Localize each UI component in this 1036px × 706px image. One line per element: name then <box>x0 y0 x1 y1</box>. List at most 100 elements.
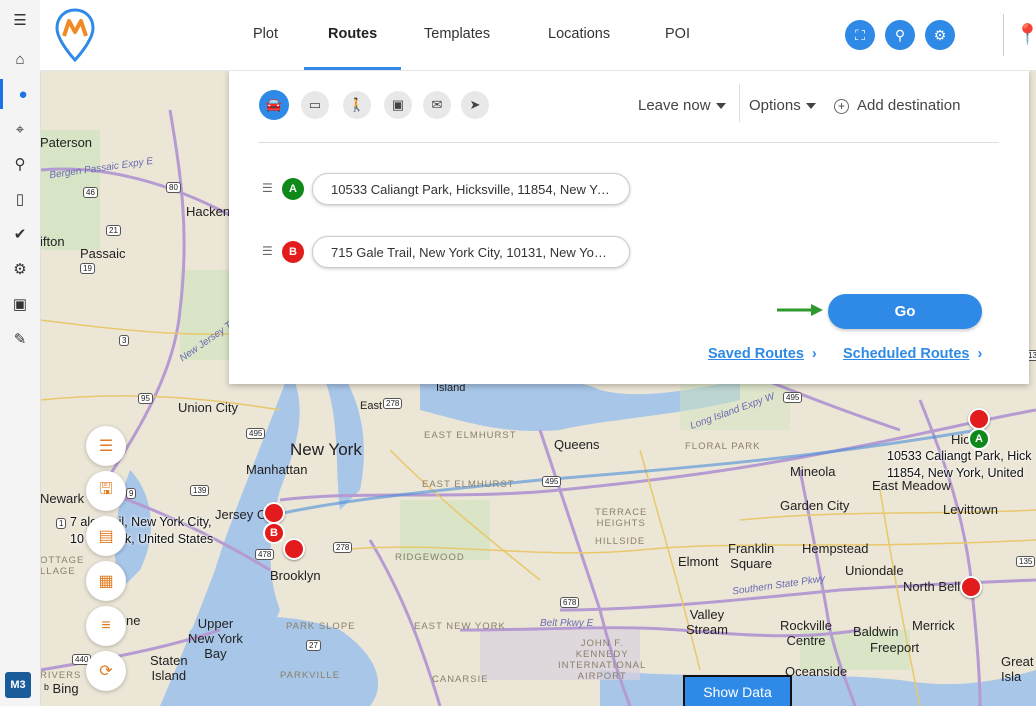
map-label-cottage: OTTAGE LLAGE <box>40 555 85 577</box>
drag-handle-icon[interactable]: ☰ <box>262 181 273 195</box>
save-icon: ▣ <box>391 97 405 112</box>
map-pin[interactable] <box>263 502 285 524</box>
map-label-hempstead: Hempstead <box>802 541 869 556</box>
tab-templates[interactable]: Templates <box>424 26 490 42</box>
map-upload-button[interactable]: ⛶ <box>845 20 875 50</box>
route-shield: 46 <box>83 187 98 198</box>
grid-button[interactable]: ▦ <box>86 561 126 601</box>
saved-routes-link[interactable]: Saved Routes › <box>708 346 817 362</box>
territory-button[interactable]: ⚲ <box>885 20 915 50</box>
tab-locations[interactable]: Locations <box>548 26 610 42</box>
active-tab-indicator <box>304 67 401 70</box>
chevron-right-icon: › <box>977 346 983 362</box>
numbered-list-icon: ≡ <box>101 617 111 634</box>
map-label-floral-park: FLORAL PARK <box>685 441 761 452</box>
map-label-rivers: RIVERS <box>40 670 82 681</box>
chevron-down-icon <box>715 103 726 110</box>
settings-button[interactable]: ⚙ <box>925 20 955 50</box>
top-header: Plot Routes Templates Locations POI ⛶ ⚲ … <box>40 0 1036 71</box>
map-label-ne: ne <box>126 613 141 628</box>
map-label-park-slope: PARK SLOPE <box>286 621 356 632</box>
route-shield: 95 <box>138 393 153 404</box>
map-label-paterson: Paterson <box>40 135 93 150</box>
email-route-button[interactable]: ✉ <box>423 91 451 119</box>
route-shield: 139 <box>190 485 210 496</box>
tools-icon[interactable]: ✎ <box>0 324 40 354</box>
map-label-valley-stream: Valley Stream <box>686 607 728 637</box>
bus-mode-button[interactable]: ▭ <box>301 91 329 119</box>
map-label-east-elmhurst-2: EAST ELMHURST <box>422 479 515 490</box>
map-label-upper-ny-bay: Upper New York Bay <box>188 616 243 661</box>
chevron-down-icon <box>805 103 816 110</box>
numbered-list-button[interactable]: ≡ <box>86 606 126 646</box>
stop-a-marker[interactable]: A <box>968 428 990 450</box>
divider <box>739 84 740 122</box>
save-route-button[interactable]: ▣ <box>384 91 412 119</box>
map-pin[interactable] <box>283 538 305 560</box>
map-label-clifton: ifton <box>40 234 65 249</box>
walk-mode-button[interactable]: 🚶 <box>343 91 371 119</box>
user-badge[interactable]: M3 <box>5 672 31 698</box>
map-label-terrace-heights: TERRACE HEIGHTS <box>595 507 648 529</box>
map-label-hillside: HILLSIDE <box>595 536 646 547</box>
leave-now-dropdown[interactable]: Leave now <box>638 97 726 114</box>
start-address-field[interactable] <box>312 173 630 205</box>
grid-icon: ▦ <box>98 573 114 590</box>
location-pin-icon[interactable]: 📍 <box>1015 22 1036 47</box>
navigate-icon: ➤ <box>469 97 481 112</box>
tab-poi[interactable]: POI <box>665 26 690 42</box>
document-icon[interactable]: ▯ <box>0 184 40 214</box>
show-data-button[interactable]: Show Data <box>683 675 792 706</box>
map-label-garden-city: Garden City <box>780 498 850 513</box>
map-label-queens: Queens <box>554 437 600 452</box>
map-pin-icon[interactable]: ● <box>0 79 43 109</box>
arrow-right-icon <box>777 304 823 316</box>
drag-handle-icon[interactable]: ☰ <box>262 244 273 258</box>
app-logo[interactable] <box>55 8 95 62</box>
save-button[interactable]: 🖫 <box>86 471 126 511</box>
hierarchy-icon: ⚲ <box>894 26 906 43</box>
tab-routes[interactable]: Routes <box>328 26 377 42</box>
email-icon: ✉ <box>431 97 443 112</box>
map-pin[interactable] <box>960 576 982 598</box>
document-button[interactable]: ▤ <box>86 516 126 556</box>
tab-plot[interactable]: Plot <box>253 26 278 42</box>
map-label-merrick: Merrick <box>912 618 955 633</box>
walk-icon: 🚶 <box>348 97 366 112</box>
map-route-icon[interactable]: ⌖ <box>0 114 40 144</box>
map-label-east-new-york: EAST NEW YORK <box>414 621 506 632</box>
map-label-mineola: Mineola <box>790 464 836 479</box>
refresh-button[interactable]: ⟳ <box>86 651 126 691</box>
panel-divider <box>258 142 999 143</box>
home-icon[interactable]: ⌂ <box>0 44 40 74</box>
stop-b-badge: B <box>282 241 304 263</box>
refresh-icon: ⟳ <box>99 663 113 680</box>
route-shield: 278 <box>333 542 353 553</box>
add-destination-button[interactable]: + Add destination <box>834 97 960 114</box>
gear-icon[interactable]: ⚙ <box>0 254 40 284</box>
map-pin[interactable] <box>968 408 990 430</box>
go-button[interactable]: Go <box>828 294 982 329</box>
map-label-north-bellmore: North Bell <box>903 579 961 594</box>
car-icon: 🚘 <box>265 97 283 112</box>
map-label-franklin-square: Franklin Square <box>728 541 775 571</box>
map-label-belt-pkwy: Belt Pkwy E <box>540 618 594 629</box>
hierarchy-icon[interactable]: ⚲ <box>0 149 40 179</box>
route-shield: 1 <box>56 518 67 529</box>
menu-icon[interactable]: ☰ <box>0 5 40 35</box>
map-label-newark: Newark <box>40 491 85 506</box>
stop-b-marker[interactable]: B <box>263 522 285 544</box>
destination-address-field[interactable] <box>312 236 630 268</box>
presentation-icon[interactable]: ▣ <box>0 289 40 319</box>
map-label-manhattan: Manhattan <box>246 462 308 477</box>
map-label-jfk: JOHN F. KENNEDY INTERNATIONAL AIRPORT <box>558 638 647 682</box>
route-shield: 478 <box>255 549 275 560</box>
map-label-great-neck: Great Isla <box>1001 654 1034 684</box>
route-shield: 27 <box>306 640 321 651</box>
options-dropdown[interactable]: Options <box>749 97 816 114</box>
car-mode-button[interactable]: 🚘 <box>259 90 289 120</box>
location-check-icon[interactable]: ✔ <box>0 219 40 249</box>
list-view-button[interactable]: ☰ <box>86 426 126 466</box>
scheduled-routes-link[interactable]: Scheduled Routes › <box>843 346 982 362</box>
navigate-button[interactable]: ➤ <box>461 91 489 119</box>
